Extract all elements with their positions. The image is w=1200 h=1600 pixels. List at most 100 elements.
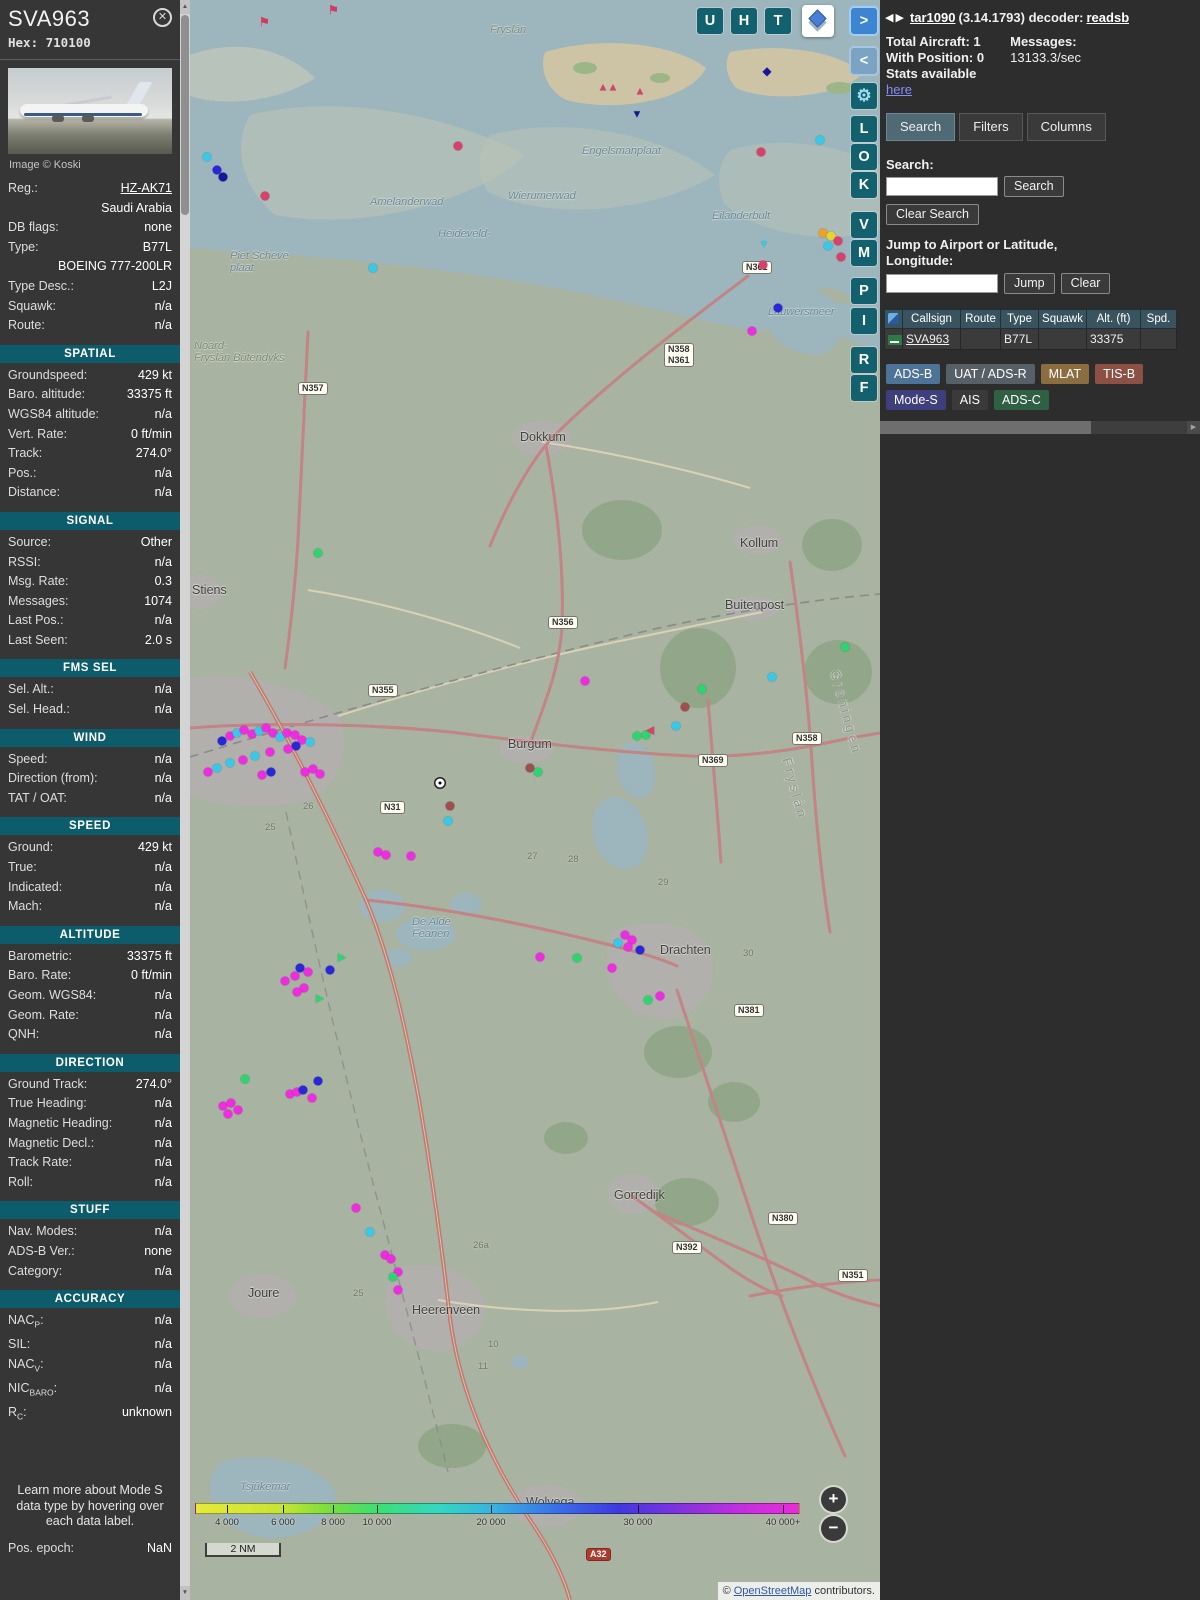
aircraft-history-dot[interactable]: [240, 1074, 250, 1084]
panel-next-icon[interactable]: ▶: [895, 11, 903, 24]
zoom-in-button[interactable]: +: [821, 1487, 846, 1512]
map-diamond-marker[interactable]: ◆: [762, 65, 771, 77]
aircraft-history-dot[interactable]: [623, 942, 633, 952]
aircraft-history-dot[interactable]: [393, 1285, 403, 1295]
filter-tis-b[interactable]: TIS-B: [1095, 364, 1144, 384]
col-spd[interactable]: Spd.: [1140, 309, 1177, 329]
aircraft-history-dot[interactable]: [260, 191, 270, 201]
filter-ads-b[interactable]: ADS-B: [886, 364, 941, 384]
sidebar-collapse-button[interactable]: <: [851, 48, 877, 74]
aircraft-history-dot[interactable]: [223, 1109, 233, 1119]
aircraft-history-dot[interactable]: [833, 236, 843, 246]
col-callsign[interactable]: Callsign: [902, 309, 961, 329]
map-triangle-marker[interactable]: ▶: [316, 993, 324, 1005]
aircraft-history-dot[interactable]: [613, 938, 623, 948]
aircraft-history-dot[interactable]: [381, 850, 391, 860]
map-button-t[interactable]: T: [765, 8, 791, 34]
map-settings-gear-icon[interactable]: ⚙: [851, 83, 877, 109]
aircraft-history-dot[interactable]: [238, 755, 248, 765]
left-panel-scrollbar[interactable]: ▲ ▼: [180, 0, 190, 1600]
filter-mlat[interactable]: MLAT: [1040, 364, 1090, 384]
aircraft-history-dot[interactable]: [305, 737, 315, 747]
filter-uat-ads-r[interactable]: UAT / ADS-R: [946, 364, 1035, 384]
aircraft-history-dot[interactable]: [635, 945, 645, 955]
map-button-r[interactable]: R: [851, 347, 877, 373]
col-squawk[interactable]: Squawk: [1038, 309, 1087, 329]
jump-button[interactable]: Jump: [1004, 273, 1055, 294]
aircraft-history-dot[interactable]: [697, 684, 707, 694]
scrollbar-thumb[interactable]: [181, 15, 189, 215]
aircraft-photo[interactable]: [8, 68, 172, 154]
map-button-p[interactable]: P: [851, 278, 877, 304]
scroll-up-icon[interactable]: ▲: [180, 0, 190, 14]
map-button-l[interactable]: L: [851, 116, 877, 142]
horizontal-scrollbar[interactable]: ▶: [880, 421, 1200, 434]
map-button-m[interactable]: M: [851, 240, 877, 266]
search-button[interactable]: Search: [1004, 176, 1064, 197]
map-button-i[interactable]: I: [851, 308, 877, 334]
aircraft-history-dot[interactable]: [756, 147, 766, 157]
aircraft-history-dot[interactable]: [815, 135, 825, 145]
map-triangle-marker[interactable]: ▲: [635, 86, 646, 98]
aircraft-history-dot[interactable]: [572, 953, 582, 963]
sidebar-expand-button[interactable]: >: [851, 8, 877, 34]
aircraft-history-dot[interactable]: [823, 241, 833, 251]
aircraft-row[interactable]: SVA963 B77L 33375: [884, 328, 1177, 350]
aircraft-history-dot[interactable]: [406, 851, 416, 861]
aircraft-history-dot[interactable]: [767, 672, 777, 682]
aircraft-history-dot[interactable]: [292, 987, 302, 997]
tab-search[interactable]: Search: [886, 113, 956, 141]
aircraft-history-dot[interactable]: [290, 971, 300, 981]
aircraft-history-dot[interactable]: [212, 763, 222, 773]
panel-prev-icon[interactable]: ◀: [885, 11, 893, 24]
col-alt[interactable]: Alt. (ft): [1086, 309, 1141, 329]
zoom-out-button[interactable]: −: [821, 1516, 846, 1541]
map-button-o[interactable]: O: [851, 144, 877, 170]
aircraft-history-dot[interactable]: [325, 965, 335, 975]
aircraft-history-dot[interactable]: [632, 731, 642, 741]
jump-clear-button[interactable]: Clear: [1060, 273, 1111, 294]
aircraft-history-dot[interactable]: [266, 767, 276, 777]
aircraft-history-dot[interactable]: [445, 801, 455, 811]
aircraft-history-dot[interactable]: [453, 141, 463, 151]
aircraft-history-dot[interactable]: [773, 303, 783, 313]
aircraft-history-dot[interactable]: [836, 252, 846, 262]
map[interactable]: Fryslân Engelsmanplaat Wierumerwad Amelande…: [190, 0, 880, 1600]
flag-column-header[interactable]: [884, 309, 903, 329]
aircraft-history-dot[interactable]: [233, 1105, 243, 1115]
aircraft-history-dot[interactable]: [280, 976, 290, 986]
osm-link[interactable]: OpenStreetMap: [734, 1585, 812, 1597]
filter-ads-c[interactable]: ADS-C: [993, 390, 1049, 410]
aircraft-history-dot[interactable]: [291, 741, 301, 751]
aircraft-history-dot[interactable]: [443, 816, 453, 826]
tar1090-link[interactable]: tar1090: [910, 10, 956, 25]
aircraft-history-dot[interactable]: [313, 1076, 323, 1086]
scroll-down-icon[interactable]: ▼: [180, 1586, 190, 1600]
col-type[interactable]: Type: [1000, 309, 1039, 329]
aircraft-history-dot[interactable]: [840, 642, 850, 652]
layers-button[interactable]: [802, 5, 834, 37]
filter-mode-s[interactable]: Mode-S: [886, 390, 946, 410]
map-triangle-marker[interactable]: ◀: [646, 725, 654, 737]
filter-ais[interactable]: AIS: [951, 390, 988, 410]
aircraft-history-dot[interactable]: [607, 963, 617, 973]
aircraft-history-dot[interactable]: [265, 747, 275, 757]
aircraft-history-dot[interactable]: [203, 767, 213, 777]
map-button-h[interactable]: H: [731, 8, 757, 34]
aircraft-history-dot[interactable]: [643, 995, 653, 1005]
tab-columns[interactable]: Columns: [1026, 113, 1106, 141]
aircraft-history-dot[interactable]: [218, 172, 228, 182]
aircraft-history-dot[interactable]: [365, 1227, 375, 1237]
aircraft-history-dot[interactable]: [655, 991, 665, 1001]
map-button-u[interactable]: U: [697, 8, 723, 34]
aircraft-history-dot[interactable]: [758, 260, 768, 270]
map-button-f[interactable]: F: [851, 375, 877, 401]
map-triangle-marker[interactable]: ▼: [759, 239, 770, 251]
aircraft-history-dot[interactable]: [303, 967, 313, 977]
hscroll-right-icon[interactable]: ▶: [1187, 421, 1200, 434]
col-route[interactable]: Route: [960, 309, 1001, 329]
data-value[interactable]: HZ-AK71: [121, 179, 172, 199]
aircraft-history-dot[interactable]: [671, 721, 681, 731]
aircraft-history-dot[interactable]: [680, 702, 690, 712]
clear-search-button[interactable]: Clear Search: [886, 204, 979, 225]
